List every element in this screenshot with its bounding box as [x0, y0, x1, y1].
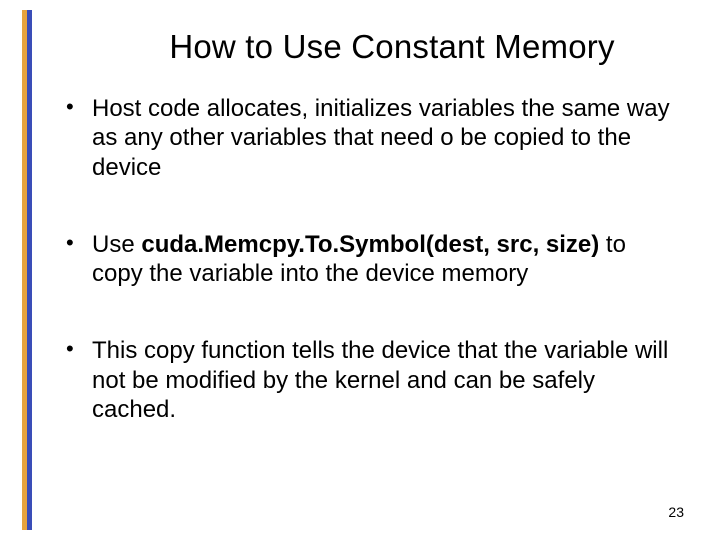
page-number: 23 — [668, 504, 684, 520]
list-item: Use cuda.Memcpy.To.Symbol(dest, src, siz… — [60, 230, 680, 289]
list-item: Host code allocates, initializes variabl… — [60, 94, 680, 182]
bullet-text: Host code allocates, initializes variabl… — [92, 95, 670, 181]
bullet-list: Host code allocates, initializes variabl… — [60, 94, 680, 424]
bullet-bold: cuda.Memcpy.To.Symbol(dest, src, size) — [141, 231, 599, 258]
slide-title: How to Use Constant Memory — [104, 28, 680, 66]
slide: How to Use Constant Memory Host code all… — [0, 0, 720, 540]
list-item: This copy function tells the device that… — [60, 336, 680, 424]
bullet-text: This copy function tells the device that… — [92, 337, 668, 423]
bullet-text: Use — [92, 231, 141, 258]
